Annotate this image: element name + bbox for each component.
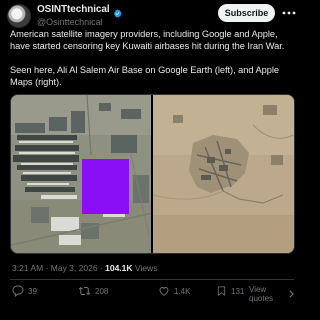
views-count: 104.1K: [105, 263, 133, 273]
like-button[interactable]: 1.4K: [158, 285, 190, 297]
reply-icon: [12, 285, 24, 297]
author-name-row: OSINTtechnical: [37, 4, 122, 18]
author-handle[interactable]: @Osinttechnical: [37, 17, 103, 27]
view-quotes-label: View quotes: [249, 285, 274, 303]
satellite-terrain-left: [11, 95, 151, 253]
like-count: 1.4K: [174, 286, 191, 296]
subscribe-button[interactable]: Subscribe: [218, 4, 275, 22]
satellite-image-apple-maps[interactable]: [153, 95, 294, 253]
post-meta: 3:21 AM · May 3, 2026 · 104.1K Views: [12, 263, 157, 273]
like-icon: [159, 287, 169, 296]
chevron-right-icon: [289, 290, 294, 298]
bookmark-button[interactable]: 131: [216, 285, 244, 297]
view-quotes-link[interactable]: View quotes: [249, 285, 294, 303]
post-date[interactable]: May 3, 2026: [51, 263, 98, 273]
repost-button[interactable]: 208: [78, 285, 108, 297]
reply-button[interactable]: 39: [12, 285, 37, 297]
reply-count: 39: [28, 286, 37, 296]
post-paragraph: Seen here, Ali Al Salem Air Base on Goog…: [10, 65, 280, 87]
verified-badge-icon: [113, 5, 122, 18]
divider: [10, 279, 294, 280]
satellite-terrain-right: [153, 95, 294, 253]
bookmark-icon: [217, 286, 226, 296]
views-label: Views: [135, 263, 158, 273]
action-bar: 39 208 1.4K 131 View quotes: [10, 285, 294, 303]
post-time[interactable]: 3:21 AM: [12, 263, 43, 273]
views-label-text: Views: [134, 263, 158, 273]
repost-count: 208: [95, 286, 109, 296]
post-paragraph: American satellite imagery providers, in…: [10, 29, 285, 51]
media-container[interactable]: [10, 94, 295, 254]
more-icon[interactable]: [281, 6, 297, 20]
post-text: American satellite imagery providers, in…: [10, 28, 295, 100]
repost-icon: [78, 286, 91, 296]
censored-area-block: [82, 159, 129, 214]
author-display-name[interactable]: OSINTtechnical: [37, 4, 110, 15]
bookmark-count: 131: [231, 286, 245, 296]
avatar[interactable]: [7, 4, 31, 28]
satellite-image-google-earth[interactable]: [11, 95, 151, 253]
